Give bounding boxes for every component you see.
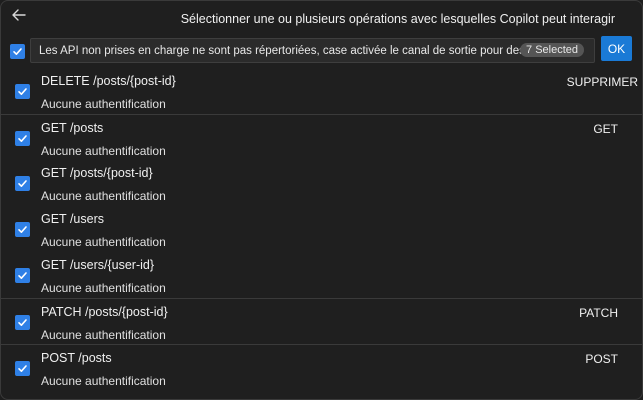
- operation-checkbox[interactable]: [15, 315, 30, 330]
- operation-method: SUPPRIMER: [566, 75, 638, 89]
- operation-title: DELETE /posts/{post-id}: [41, 74, 176, 88]
- checkmark-icon: [18, 272, 27, 279]
- operation-title: GET /posts: [41, 121, 104, 135]
- checkmark-icon: [18, 319, 27, 326]
- operation-title: PATCH /posts/{post-id}: [41, 305, 168, 319]
- list-item[interactable]: GET /users/{user-id} Aucune authentifica…: [1, 252, 642, 298]
- operation-method: PATCH: [579, 306, 618, 320]
- filter-input-text: Les API non prises en charge ne sont pas…: [39, 45, 566, 57]
- quick-pick-window: Sélectionner une ou plusieurs opérations…: [0, 0, 643, 400]
- operation-checkbox[interactable]: [15, 268, 30, 283]
- back-button[interactable]: [10, 6, 28, 24]
- arrow-left-icon: [12, 9, 26, 21]
- operation-auth: Aucune authentification: [41, 235, 166, 249]
- list-item[interactable]: GET /users Aucune authentification: [1, 206, 642, 252]
- list-item[interactable]: PATCH /posts/{post-id} Aucune authentifi…: [1, 298, 642, 344]
- operation-auth: Aucune authentification: [41, 374, 166, 388]
- operations-list: DELETE /posts/{post-id} Aucune authentif…: [1, 68, 642, 390]
- operation-checkbox[interactable]: [15, 222, 30, 237]
- checkmark-icon: [18, 365, 27, 372]
- operation-auth: Aucune authentification: [41, 144, 166, 158]
- quick-pick-bar: Les API non prises en charge ne sont pas…: [1, 35, 642, 65]
- operation-checkbox[interactable]: [15, 361, 30, 376]
- operation-title: GET /users/{user-id}: [41, 258, 155, 272]
- list-item[interactable]: DELETE /posts/{post-id} Aucune authentif…: [1, 68, 642, 114]
- list-item[interactable]: GET /posts/{post-id} Aucune authentifica…: [1, 160, 642, 206]
- operation-auth: Aucune authentification: [41, 328, 166, 342]
- operation-auth: Aucune authentification: [41, 97, 166, 111]
- operation-title: GET /users: [41, 212, 104, 226]
- operation-auth: Aucune authentification: [41, 189, 166, 203]
- operation-title: POST /posts: [41, 351, 112, 365]
- operation-auth: Aucune authentification: [41, 281, 166, 295]
- page-title: Sélectionner une ou plusieurs opérations…: [180, 12, 615, 26]
- selected-count-badge: 7 Selected: [520, 43, 584, 57]
- filter-input[interactable]: Les API non prises en charge ne sont pas…: [30, 38, 595, 63]
- operation-method: GET: [593, 122, 618, 136]
- header: Sélectionner une ou plusieurs opérations…: [1, 1, 642, 35]
- operation-checkbox[interactable]: [15, 176, 30, 191]
- checkmark-icon: [18, 88, 27, 95]
- checkmark-icon: [13, 48, 22, 55]
- operation-checkbox[interactable]: [15, 84, 30, 99]
- ok-button[interactable]: OK: [601, 36, 632, 61]
- list-item[interactable]: GET /posts Aucune authentification GET: [1, 114, 642, 160]
- checkmark-icon: [18, 226, 27, 233]
- operation-title: GET /posts/{post-id}: [41, 166, 153, 180]
- list-item[interactable]: POST /posts Aucune authentification POST: [1, 344, 642, 390]
- checkmark-icon: [18, 180, 27, 187]
- select-all-checkbox[interactable]: [10, 44, 25, 59]
- operation-method: POST: [585, 352, 618, 366]
- checkmark-icon: [18, 135, 27, 142]
- operation-checkbox[interactable]: [15, 131, 30, 146]
